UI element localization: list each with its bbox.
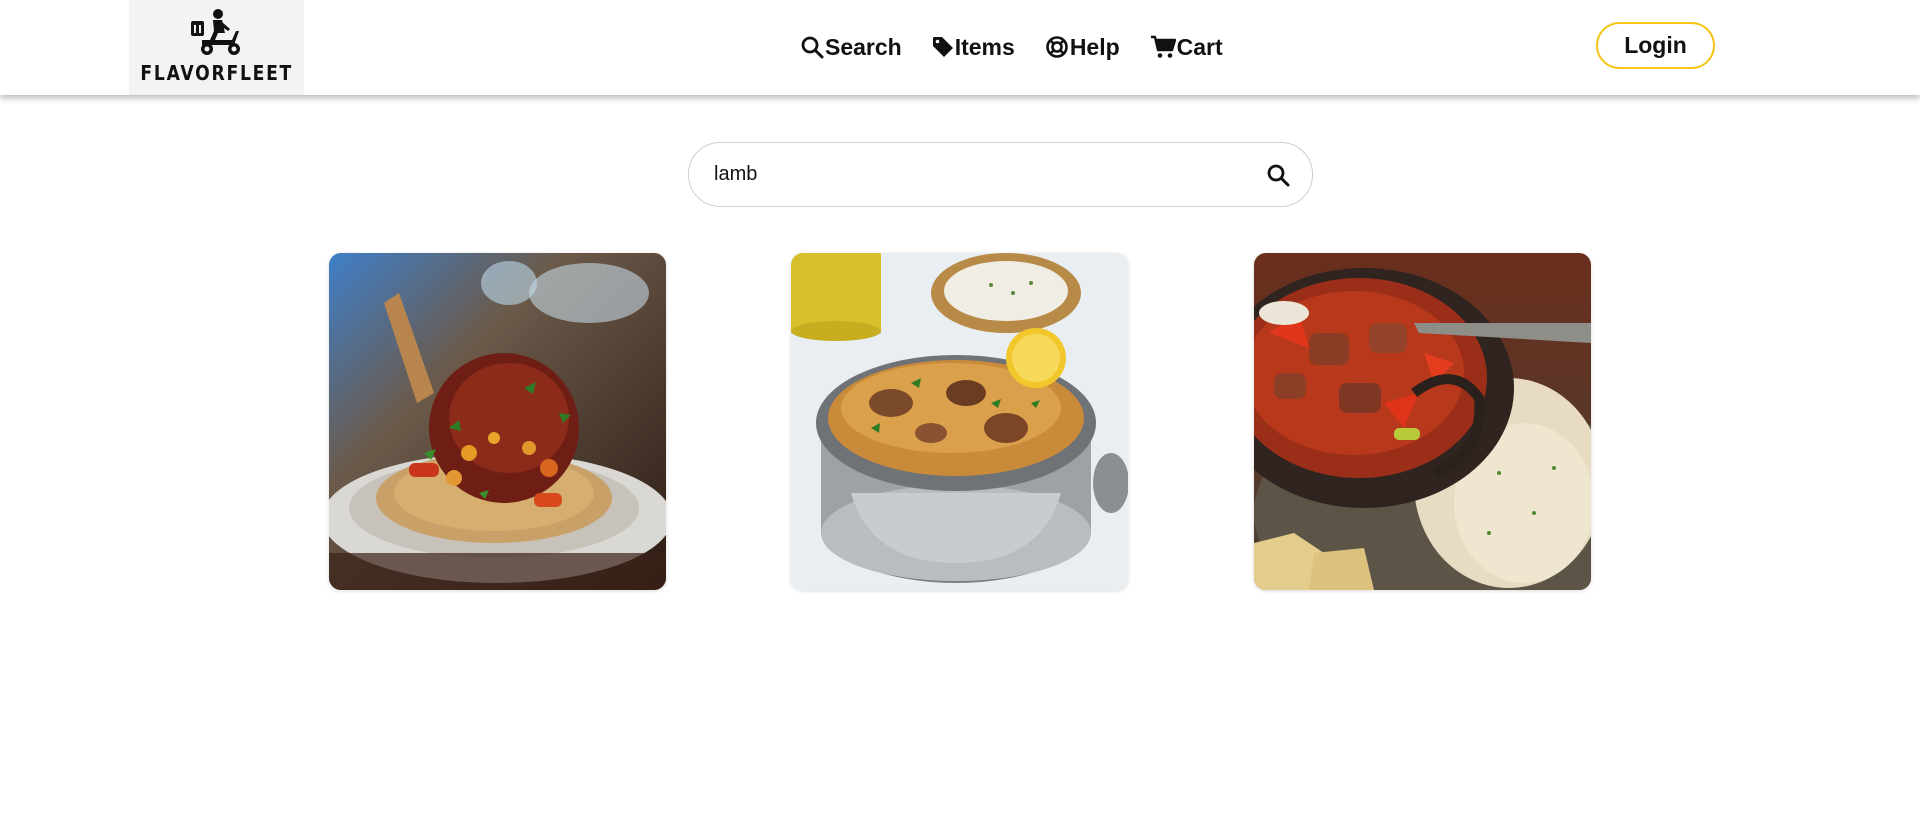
nav-help[interactable]: Help bbox=[1045, 30, 1120, 64]
search-input[interactable] bbox=[714, 163, 1266, 186]
search-icon bbox=[1267, 164, 1290, 186]
tag-icon bbox=[932, 37, 953, 57]
lamb-shank-couscous-image bbox=[329, 253, 666, 590]
nav-cart[interactable]: Cart bbox=[1150, 30, 1223, 64]
top-navbar: FLAVORFLEET Search Items Help Cart Login bbox=[0, 0, 1920, 95]
lamb-biryani-image bbox=[791, 253, 1128, 590]
search-icon bbox=[801, 36, 824, 59]
nav-search-label: Search bbox=[825, 33, 902, 60]
brand-name: FLAVORFLEET bbox=[140, 61, 293, 85]
login-button[interactable]: Login bbox=[1596, 22, 1715, 69]
main-nav: Search Items Help Cart bbox=[800, 30, 1223, 64]
cart-icon bbox=[1150, 35, 1176, 58]
search-button[interactable] bbox=[1266, 163, 1290, 187]
search-bar bbox=[688, 142, 1313, 207]
nav-cart-label: Cart bbox=[1176, 33, 1223, 60]
brand-logo[interactable]: FLAVORFLEET bbox=[129, 0, 304, 95]
nav-items-label: Items bbox=[954, 33, 1015, 60]
nav-search[interactable]: Search bbox=[800, 30, 902, 64]
result-card[interactable] bbox=[1254, 253, 1591, 590]
lifebuoy-icon bbox=[1046, 36, 1068, 58]
results-grid bbox=[329, 253, 1591, 590]
delivery-scooter-icon bbox=[190, 9, 240, 55]
result-card[interactable] bbox=[329, 253, 666, 590]
lamb-curry-rice-image bbox=[1254, 253, 1591, 590]
result-card[interactable] bbox=[791, 253, 1128, 590]
nav-items[interactable]: Items bbox=[932, 30, 1015, 64]
nav-help-label: Help bbox=[1069, 33, 1120, 60]
